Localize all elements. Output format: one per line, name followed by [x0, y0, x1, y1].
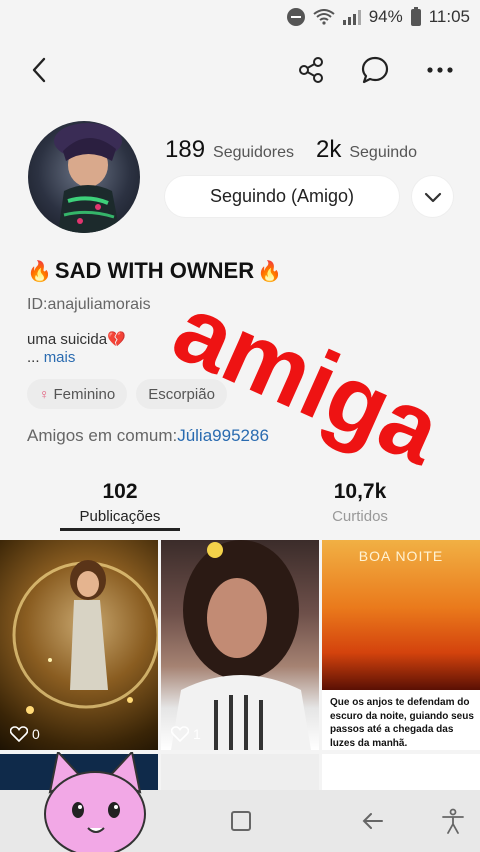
like-count: 0 — [32, 726, 40, 742]
tab-publicacoes[interactable]: 102 Publicações — [40, 480, 200, 531]
recent-apps-icon[interactable] — [228, 808, 254, 834]
profile-name: SAD WITH OWNER — [54, 258, 255, 283]
heart-icon — [171, 726, 189, 742]
post-caption: Que os anjos te defendam do escuro da no… — [330, 697, 474, 749]
broken-heart-icon: 💔 — [107, 331, 126, 348]
bio-text: uma suicida — [27, 331, 108, 348]
gender-chip: ♀ Feminino — [27, 379, 128, 409]
top-bar — [0, 44, 480, 96]
bio: uma suicida💔 — [27, 330, 126, 348]
post-thumbnail[interactable]: 1 — [161, 540, 319, 750]
back-button[interactable] — [22, 52, 58, 88]
status-bar: 94% 11:05 — [0, 0, 480, 34]
accessibility-icon[interactable] — [440, 808, 466, 834]
chevron-down-icon — [424, 192, 441, 202]
female-icon: ♀ — [39, 386, 50, 402]
following-friend-button[interactable]: Seguindo (Amigo) — [165, 176, 399, 217]
bio-ellipsis: ... — [27, 349, 40, 366]
clock: 11:05 — [428, 7, 470, 26]
battery-icon — [410, 6, 421, 26]
do-not-disturb-icon — [286, 8, 305, 26]
chat-bubble-icon — [361, 56, 389, 84]
following-label[interactable]: Seguindo — [349, 144, 417, 162]
tab-count: 10,7k — [333, 480, 387, 503]
bio-more: ... mais — [27, 349, 75, 366]
more-dots-icon — [427, 67, 453, 73]
battery-percent: 94% — [368, 7, 403, 26]
chat-button[interactable] — [357, 52, 393, 88]
post-thumbnail[interactable] — [161, 754, 319, 790]
post-image — [171, 540, 311, 750]
gender-label: Feminino — [53, 385, 116, 403]
post-thumbnail[interactable]: 0 — [0, 540, 158, 750]
followers-count[interactable]: 189 — [165, 136, 205, 164]
common-friends-label: Amigos em comum: — [27, 426, 178, 445]
profile-stats: 189 Seguidores 2k Seguindo — [165, 136, 417, 164]
tab-label: Curtidos — [332, 508, 388, 525]
like-count: 1 — [193, 726, 201, 742]
fire-icon: 🔥 — [257, 260, 283, 283]
post-grid: 0 1 BOA NOITE Que os anjos te defendam d… — [0, 540, 480, 790]
following-count[interactable]: 2k — [316, 136, 341, 164]
like-counter[interactable]: 0 — [10, 726, 40, 742]
like-counter[interactable]: 1 — [171, 726, 201, 742]
fire-icon: 🔥 — [27, 260, 52, 283]
share-icon — [299, 57, 323, 83]
tab-label: Publicações — [79, 508, 161, 525]
more-link[interactable]: mais — [44, 349, 76, 366]
share-button[interactable] — [293, 52, 329, 88]
post-thumbnail[interactable] — [322, 754, 480, 790]
post-image — [12, 560, 158, 714]
avatar[interactable] — [28, 121, 140, 233]
common-friends: Amigos em comum:Júlia995286 — [27, 426, 269, 446]
profile-name-row: 🔥 SAD WITH OWNER 🔥 — [27, 258, 282, 284]
post-thumbnail[interactable]: BOA NOITE Que os anjos te defendam do es… — [322, 540, 480, 750]
wifi-icon — [313, 9, 335, 25]
expand-button[interactable] — [412, 176, 453, 217]
back-arrow-icon — [32, 57, 46, 83]
signal-icon — [342, 9, 361, 25]
followers-label[interactable]: Seguidores — [213, 144, 294, 162]
back-nav-icon[interactable] — [360, 808, 386, 834]
cat-mascot-sticker — [44, 752, 146, 852]
heart-icon — [10, 726, 28, 742]
profile-tabs: 102 Publicações 10,7k Curtidos — [0, 480, 480, 538]
tab-curtidos[interactable]: 10,7k Curtidos — [280, 480, 440, 525]
tab-count: 102 — [102, 480, 138, 503]
post-title: BOA NOITE — [358, 548, 444, 564]
common-friend-link[interactable]: Júlia995286 — [177, 426, 269, 445]
more-options-button[interactable] — [422, 52, 458, 88]
user-id: ID:anajuliamorais — [27, 296, 151, 313]
avatar-image — [54, 123, 122, 233]
